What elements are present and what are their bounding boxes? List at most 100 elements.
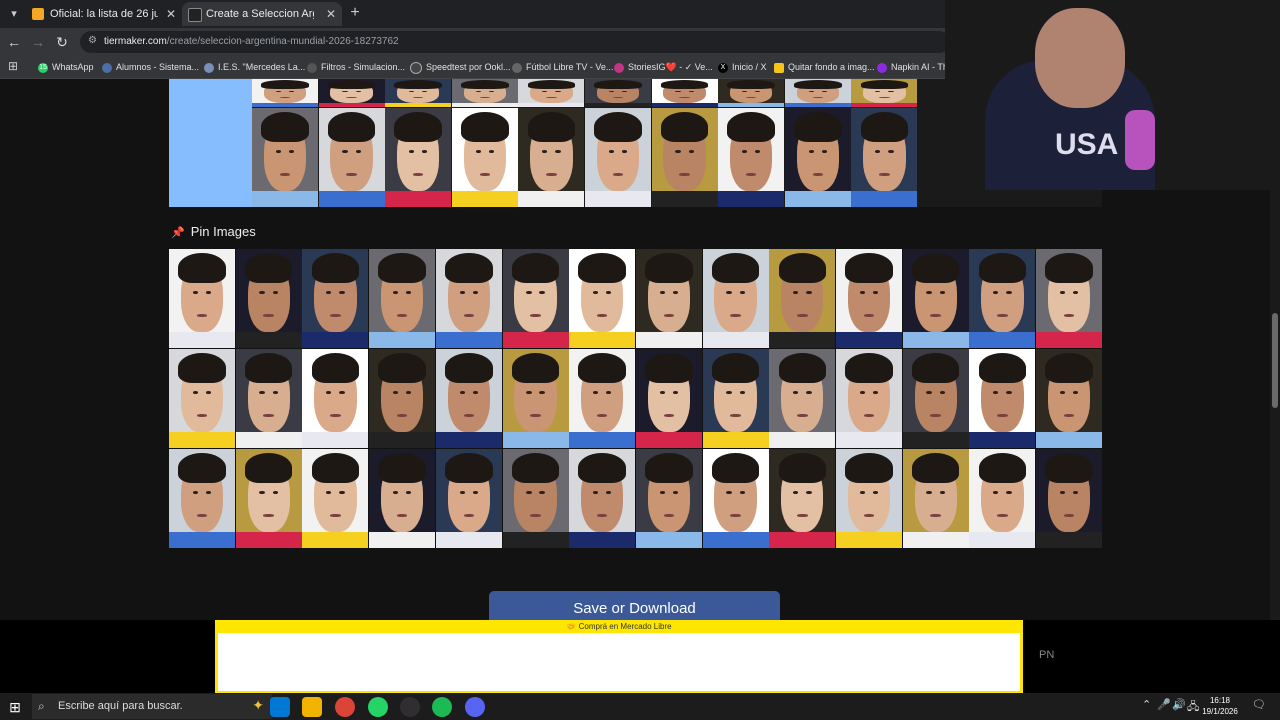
bookmark-ies[interactable]: I.E.S. "Mercedes La... bbox=[204, 56, 305, 78]
player-image[interactable] bbox=[1036, 449, 1103, 548]
player-image[interactable] bbox=[518, 79, 585, 107]
whatsapp-icon[interactable] bbox=[368, 697, 388, 717]
player-image[interactable] bbox=[369, 349, 436, 448]
volume-icon[interactable]: 🔊 bbox=[1172, 698, 1186, 711]
player-image[interactable] bbox=[385, 108, 452, 207]
player-image[interactable] bbox=[435, 349, 502, 448]
taskbar-clock[interactable]: 16:18 19/1/2026 bbox=[1200, 695, 1240, 717]
player-image[interactable] bbox=[318, 79, 385, 107]
tab-oficial[interactable]: Oficial: la lista de 26 jugadores ✕ bbox=[26, 2, 182, 26]
player-image[interactable] bbox=[635, 349, 702, 448]
player-image[interactable] bbox=[235, 349, 302, 448]
player-image[interactable] bbox=[518, 108, 585, 207]
copilot-sparkle-icon[interactable]: ✦ bbox=[252, 697, 264, 714]
scrollbar-thumb[interactable] bbox=[1272, 313, 1278, 408]
player-image[interactable] bbox=[435, 249, 502, 348]
player-image[interactable] bbox=[252, 108, 318, 207]
player-image[interactable] bbox=[836, 449, 902, 548]
player-image[interactable] bbox=[451, 108, 518, 207]
player-image[interactable] bbox=[902, 449, 969, 548]
network-icon[interactable]: 🖧 bbox=[1187, 698, 1199, 717]
player-image[interactable] bbox=[1036, 249, 1103, 348]
chrome-icon[interactable] bbox=[335, 697, 355, 717]
player-image[interactable] bbox=[385, 79, 452, 107]
player-image[interactable] bbox=[969, 449, 1036, 548]
player-image[interactable] bbox=[252, 79, 318, 107]
player-image[interactable] bbox=[651, 108, 718, 207]
player-image[interactable] bbox=[836, 349, 902, 448]
player-image[interactable] bbox=[635, 249, 702, 348]
player-image[interactable] bbox=[169, 249, 235, 348]
microphone-icon[interactable]: 🎤 bbox=[1157, 698, 1171, 711]
bookmark-removebg[interactable]: Quitar fondo a imag... bbox=[774, 56, 875, 78]
player-image[interactable] bbox=[635, 449, 702, 548]
chevron-up-icon[interactable]: ⌃ bbox=[1142, 698, 1151, 711]
player-image[interactable] bbox=[302, 449, 369, 548]
bookmark-napkin[interactable]: Napkin AI - Th bbox=[877, 56, 948, 78]
player-image[interactable] bbox=[702, 449, 769, 548]
player-image[interactable] bbox=[851, 108, 918, 207]
player-image[interactable] bbox=[302, 249, 369, 348]
player-image[interactable] bbox=[851, 79, 918, 107]
player-image[interactable] bbox=[651, 79, 718, 107]
player-image[interactable] bbox=[435, 449, 502, 548]
player-image[interactable] bbox=[585, 79, 651, 107]
bookmark-x[interactable]: X Inicio / X bbox=[718, 56, 767, 78]
player-image[interactable] bbox=[784, 108, 851, 207]
player-image[interactable] bbox=[169, 349, 235, 448]
player-image[interactable] bbox=[769, 249, 836, 348]
back-icon[interactable]: ← bbox=[4, 32, 24, 52]
spotify-icon[interactable] bbox=[432, 697, 452, 717]
player-image[interactable] bbox=[569, 349, 636, 448]
obs-icon[interactable] bbox=[400, 697, 420, 717]
discord-icon[interactable] bbox=[465, 697, 485, 717]
store-icon[interactable] bbox=[270, 697, 290, 717]
player-image[interactable] bbox=[502, 449, 569, 548]
tab-search-button[interactable]: ▾ bbox=[4, 4, 24, 24]
bookmark-stories[interactable]: StoriesIG❤️ - ✓ Ve... bbox=[614, 56, 713, 78]
save-download-button[interactable]: Save or Download bbox=[489, 591, 780, 620]
player-image[interactable] bbox=[369, 249, 436, 348]
player-image[interactable] bbox=[836, 249, 902, 348]
address-bar[interactable]: ⚙ tiermaker.com/create/seleccion-argenti… bbox=[80, 31, 950, 53]
bookmark-filtros[interactable]: Filtros - Simulacion... bbox=[307, 56, 405, 78]
tab-tiermaker[interactable]: Create a Seleccion Argentina M ✕ bbox=[182, 2, 342, 26]
player-image[interactable] bbox=[502, 349, 569, 448]
close-icon[interactable]: ✕ bbox=[326, 2, 336, 26]
player-image[interactable] bbox=[969, 249, 1036, 348]
player-image[interactable] bbox=[969, 349, 1036, 448]
close-icon[interactable]: ✕ bbox=[166, 2, 176, 26]
player-image[interactable] bbox=[702, 349, 769, 448]
player-image[interactable] bbox=[902, 249, 969, 348]
reload-icon[interactable]: ↻ bbox=[52, 32, 72, 52]
windows-start-icon[interactable]: ⊞ bbox=[6, 698, 24, 716]
site-info-icon[interactable]: ⚙ bbox=[88, 35, 100, 47]
apps-grid-icon[interactable]: ⊞ bbox=[8, 60, 20, 72]
url-text[interactable]: tiermaker.com/create/seleccion-argentina… bbox=[104, 31, 399, 53]
player-image[interactable] bbox=[569, 249, 636, 348]
player-image[interactable] bbox=[1036, 349, 1103, 448]
file-explorer-icon[interactable] bbox=[302, 697, 322, 717]
new-tab-button[interactable]: + bbox=[345, 3, 365, 23]
notifications-icon[interactable]: 🗨 bbox=[1252, 698, 1266, 711]
player-image[interactable] bbox=[769, 449, 836, 548]
player-image[interactable] bbox=[502, 249, 569, 348]
player-image[interactable] bbox=[769, 349, 836, 448]
ad-content[interactable] bbox=[218, 633, 1020, 691]
player-image[interactable] bbox=[585, 108, 651, 207]
bookmark-alumnos[interactable]: Alumnos - Sistema... bbox=[102, 56, 199, 78]
player-image[interactable] bbox=[702, 249, 769, 348]
player-image[interactable] bbox=[318, 108, 385, 207]
player-image[interactable] bbox=[718, 79, 785, 107]
forward-icon[interactable]: → bbox=[28, 32, 48, 52]
tier-row-label[interactable] bbox=[169, 79, 252, 207]
player-image[interactable] bbox=[902, 349, 969, 448]
player-image[interactable] bbox=[302, 349, 369, 448]
mercadolibre-ad[interactable]: 🤝 Comprá en Mercado Libre bbox=[215, 620, 1023, 693]
player-image[interactable] bbox=[235, 249, 302, 348]
bookmark-whatsapp[interactable]: 15 WhatsApp bbox=[38, 56, 94, 78]
player-image[interactable] bbox=[369, 449, 436, 548]
player-image[interactable] bbox=[718, 108, 785, 207]
player-image[interactable] bbox=[169, 449, 235, 548]
player-image[interactable] bbox=[569, 449, 636, 548]
